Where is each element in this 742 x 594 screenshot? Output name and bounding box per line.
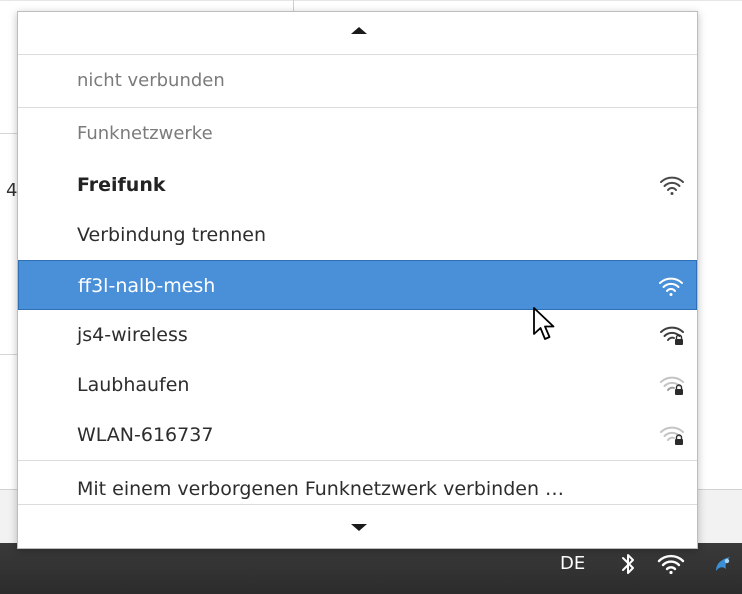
network-item-laubhaufen[interactable]: Laubhaufen <box>18 360 697 410</box>
network-name: Freifunk <box>77 174 166 196</box>
background-text-fragment: 4 <box>6 180 18 201</box>
wifi-secured-weak-icon <box>660 376 684 395</box>
network-item-js4-wireless[interactable]: js4-wireless <box>18 310 697 360</box>
disconnect-label: Verbindung trennen <box>77 224 266 246</box>
wifi-signal-icon <box>659 277 683 296</box>
wifi-secured-weak-icon <box>660 426 684 445</box>
background-divider <box>0 354 18 355</box>
connection-status: nicht verbunden <box>18 56 697 106</box>
menu-separator <box>18 107 697 108</box>
network-name: WLAN-616737 <box>77 424 214 446</box>
app-icon[interactable] <box>712 553 734 575</box>
menu-separator <box>18 54 697 55</box>
network-name: js4-wireless <box>77 324 188 346</box>
scroll-down-button[interactable] <box>18 514 697 544</box>
keyboard-layout-indicator[interactable]: DE <box>560 553 585 574</box>
network-item-ff3l-nalb-mesh[interactable]: ff3l-nalb-mesh <box>18 260 697 310</box>
wifi-signal-icon <box>660 176 684 195</box>
network-item-wlan-616737[interactable]: WLAN-616737 <box>18 410 697 460</box>
wifi-icon[interactable] <box>657 553 685 575</box>
menu-separator <box>18 504 697 505</box>
disconnect-item[interactable]: Verbindung trennen <box>18 210 697 260</box>
connection-status-label: nicht verbunden <box>77 70 225 91</box>
triangle-up-icon <box>351 27 367 34</box>
connect-hidden-network-item[interactable]: Mit einem verborgenen Funknetzwerk verbi… <box>18 464 697 514</box>
section-header: Funknetzwerke <box>18 109 697 159</box>
connect-hidden-network-label: Mit einem verborgenen Funknetzwerk verbi… <box>77 478 565 500</box>
mouse-cursor-icon <box>533 307 555 340</box>
scroll-up-button[interactable] <box>18 12 697 42</box>
background-divider <box>0 133 18 134</box>
background-window-edge <box>0 0 742 1</box>
network-menu-popup: nicht verbunden Funknetzwerke Freifunk V… <box>17 11 698 549</box>
wifi-secured-icon <box>660 326 684 345</box>
connected-network-item[interactable]: Freifunk <box>18 160 697 210</box>
triangle-down-icon <box>351 524 367 531</box>
menu-separator <box>18 460 697 461</box>
bluetooth-icon[interactable] <box>620 551 636 577</box>
network-name: Laubhaufen <box>77 374 190 396</box>
taskbar: DE <box>0 543 742 594</box>
network-name: ff3l-nalb-mesh <box>78 275 216 297</box>
section-header-label: Funknetzwerke <box>77 123 213 144</box>
